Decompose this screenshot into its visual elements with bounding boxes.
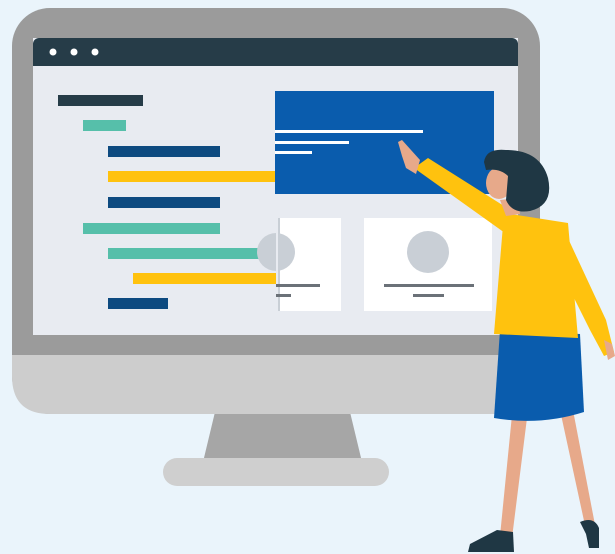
card-line bbox=[384, 284, 474, 287]
monitor bbox=[12, 8, 540, 414]
avatar bbox=[407, 231, 449, 273]
panel-line bbox=[275, 141, 349, 144]
code-line bbox=[108, 298, 168, 309]
stand-neck bbox=[203, 412, 362, 462]
card-line bbox=[276, 294, 291, 297]
skirt bbox=[494, 330, 584, 421]
monitor-chin bbox=[12, 355, 540, 414]
window-dot-icon[interactable] bbox=[91, 48, 99, 56]
code-line bbox=[83, 120, 126, 131]
code-line bbox=[108, 248, 276, 259]
card-right bbox=[364, 218, 492, 311]
window-dot-icon[interactable] bbox=[49, 48, 57, 56]
card-line bbox=[276, 284, 320, 287]
code-line bbox=[133, 273, 276, 284]
shoe-back bbox=[580, 520, 599, 548]
code-line bbox=[58, 95, 143, 106]
illustration-svg bbox=[12, 8, 615, 552]
code-line bbox=[108, 146, 220, 157]
monitor-stand bbox=[163, 412, 389, 486]
window-dot-icon[interactable] bbox=[70, 48, 78, 56]
stand-base bbox=[163, 458, 389, 486]
shoe-front bbox=[468, 530, 514, 552]
code-line bbox=[108, 197, 220, 208]
code-line bbox=[108, 171, 276, 182]
illustration-scene bbox=[0, 0, 615, 554]
highlight-panel bbox=[275, 91, 494, 194]
panel-line bbox=[275, 151, 312, 154]
code-line bbox=[83, 223, 220, 234]
panel-line bbox=[275, 130, 423, 133]
card-line bbox=[413, 294, 444, 297]
leg-back bbox=[560, 405, 596, 530]
leg-front bbox=[500, 415, 527, 538]
